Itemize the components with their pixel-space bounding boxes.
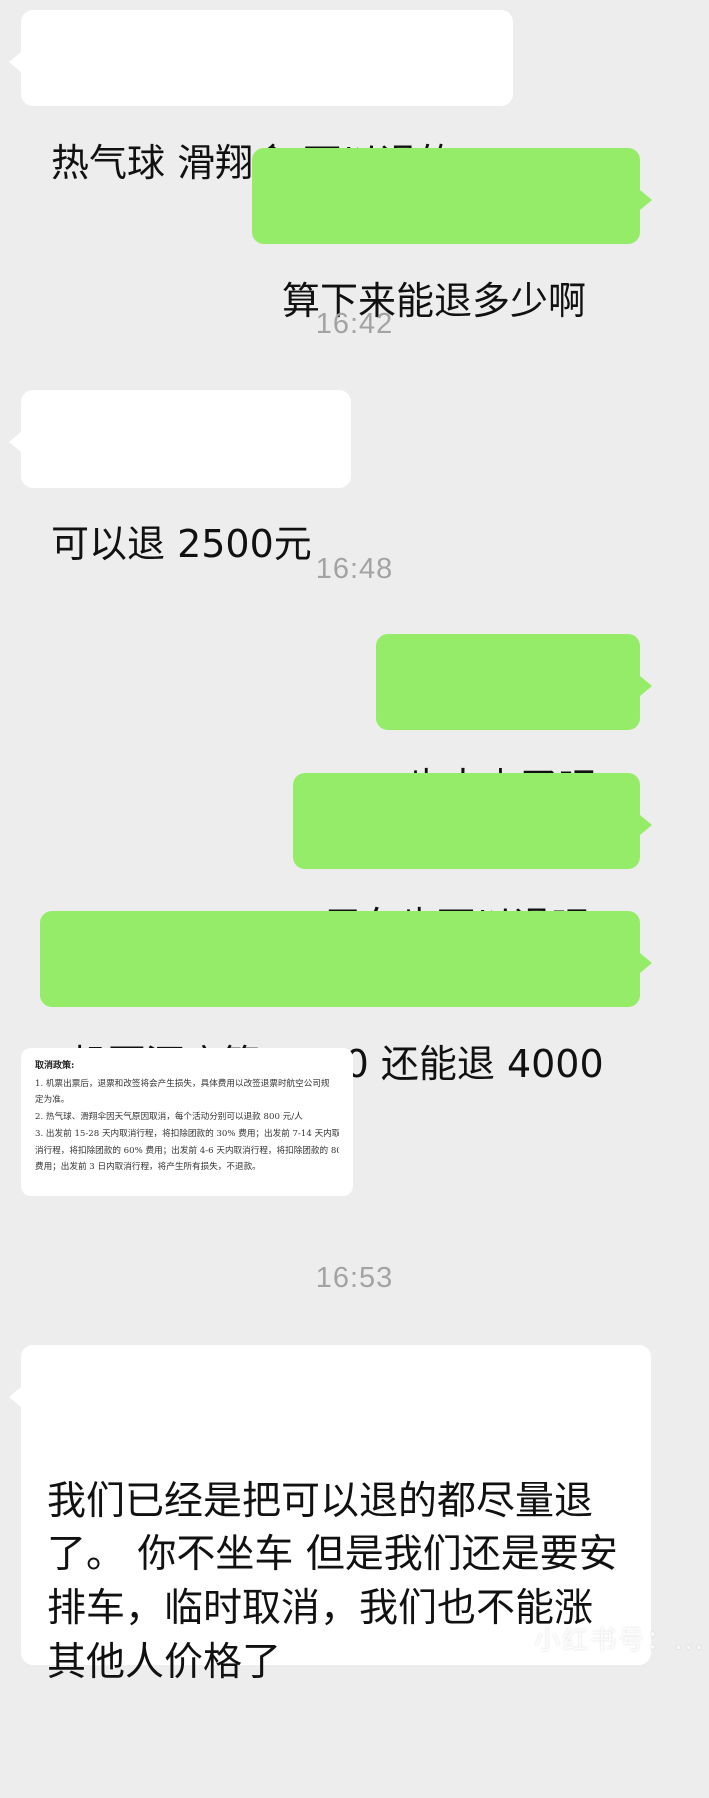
message-bubble-incoming[interactable]: 可以退 2500元 xyxy=(9,390,351,566)
watermark: 小红书号：... xyxy=(534,1626,705,1656)
policy-line: 1. 机票出票后，退票和改签将会产生损失，具体费用以改签退票时航空公司规 xyxy=(35,1078,330,1089)
timestamp: 16:48 xyxy=(315,553,394,585)
policy-line: 定为准。 xyxy=(35,1095,70,1106)
policy-title: 取消政策: xyxy=(35,1061,75,1071)
message-bubble-outgoing[interactable]: 算下来能退多少啊 xyxy=(252,148,652,323)
policy-line: 2. 热气球、滑翔伞因天气原因取消，每个活动分别可以退款 800 元/人 xyxy=(35,1112,303,1123)
message-bubble-incoming[interactable]: 热气球 滑翔伞 可以退的 xyxy=(9,10,513,185)
policy-line: 消行程，将扣除团款的 60% 费用；出发前 4-6 天内取消行程，将扣除团款的 … xyxy=(35,1145,339,1156)
message-text: 我们已经是把可以退的都尽量退了。 你不坐车 但是我们还是要安排车，临时取消，我们… xyxy=(47,1478,618,1686)
policy-image[interactable]: 取消政策: 1. 机票出票后，退票和改签将会产生损失，具体费用以改签退票时航空公… xyxy=(21,1048,353,1196)
policy-line: 3. 出发前 15-28 天内取消行程，将扣除团款的 30% 费用；出发前 7-… xyxy=(35,1128,339,1139)
policy-line: 费用；出发前 3 日内取消行程，将产生所有损失，不退款。 xyxy=(35,1162,261,1173)
timestamp: 16:53 xyxy=(315,1262,394,1294)
chat-area[interactable]: 热气球 滑翔伞 可以退的 算下来能退多少啊 16:42 可以退 2500元 16… xyxy=(0,0,709,1685)
message-bubble-incoming[interactable]: 我们已经是把可以退的都尽量退了。 你不坐车 但是我们还是要安排车，临时取消，我们… xyxy=(9,1345,651,1685)
timestamp: 16:42 xyxy=(315,308,394,340)
message-bubble-outgoing[interactable]: 机票酒店算 4500 还能退 4000 xyxy=(40,911,652,1086)
message-bubble-outgoing[interactable]: 用车也可以退吧 xyxy=(293,773,652,948)
message-bubble-outgoing[interactable]: 也太少了吧 xyxy=(376,634,652,809)
